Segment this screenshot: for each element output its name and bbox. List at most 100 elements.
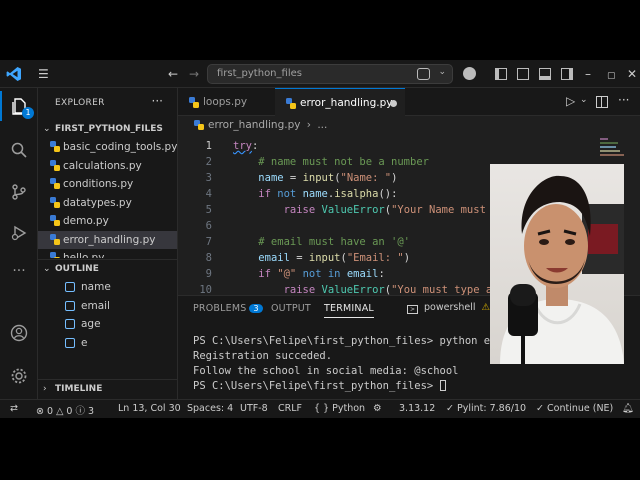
back-arrow-icon[interactable]: ← xyxy=(168,66,178,82)
chevron-down-icon[interactable]: ⌄ xyxy=(438,67,446,77)
code-text: email = input("Email: ") xyxy=(258,252,411,264)
tab-terminal[interactable]: TERMINAL xyxy=(324,303,374,318)
variable-icon xyxy=(65,337,75,348)
file-item[interactable]: demo.py xyxy=(38,212,177,230)
layout-sidebar-icon[interactable] xyxy=(495,68,507,80)
ellipsis-icon: ··· xyxy=(12,263,26,279)
search-activity-button[interactable] xyxy=(0,135,38,165)
copilot-chat-icon[interactable] xyxy=(417,68,430,80)
file-item[interactable]: basic_coding_tools.py xyxy=(38,138,178,156)
manage-activity-button[interactable] xyxy=(0,361,38,391)
folder-header[interactable]: ⌄ FIRST_PYTHON_FILES xyxy=(38,120,177,138)
python-file-icon xyxy=(50,215,60,226)
file-item[interactable]: hello.py xyxy=(38,249,177,258)
outline-item[interactable]: e xyxy=(38,334,177,352)
line-number: 9 xyxy=(205,268,212,280)
editor-more-icon[interactable]: ··· xyxy=(618,93,629,107)
tab-output[interactable]: OUTPUT xyxy=(271,303,311,314)
pylint-status[interactable]: ✓ Pylint: 7.86/10 xyxy=(446,403,526,414)
run-dropdown-icon[interactable]: ⌄ xyxy=(580,95,588,105)
python-file-icon xyxy=(50,252,60,258)
breadcrumb-more[interactable]: ... xyxy=(317,119,327,131)
accounts-activity-button[interactable] xyxy=(0,318,38,348)
search-text: first_python_files xyxy=(217,68,302,79)
file-item[interactable]: error_handling.py xyxy=(38,230,177,249)
run-python-icon[interactable]: ▷ xyxy=(566,94,575,108)
error-icon: ⊗ xyxy=(36,406,44,417)
explorer-activity-button[interactable]: 1 xyxy=(0,91,38,121)
presenter-photo xyxy=(490,164,624,364)
continue-label: Continue (NE) xyxy=(547,403,614,414)
variable-icon xyxy=(65,282,75,292)
run-debug-activity-button[interactable] xyxy=(0,218,38,248)
unsaved-dot-icon[interactable] xyxy=(390,100,397,107)
minimize-icon[interactable]: – xyxy=(585,66,591,82)
line-number: 7 xyxy=(205,236,212,248)
outline-header[interactable]: ⌄ OUTLINE xyxy=(38,259,177,277)
outline-label: e xyxy=(81,336,88,349)
python-version[interactable]: 3.13.12 xyxy=(399,403,435,414)
timeline-header[interactable]: › TIMELINE xyxy=(38,379,177,397)
language-label: Python xyxy=(332,403,366,414)
file-label: conditions.py xyxy=(63,178,134,190)
accounts-badge: 1 xyxy=(22,107,34,119)
continue-status[interactable]: ✓ Continue (NE) xyxy=(536,403,613,414)
title-bar: ☰ ← → first_python_files ⌄ – ▢ ✕ xyxy=(0,60,640,88)
file-label: basic_coding_tools.py xyxy=(63,141,178,153)
outline-label: age xyxy=(81,318,101,330)
indentation[interactable]: Spaces: 4 xyxy=(187,403,233,414)
layout-panel-bottom-icon[interactable] xyxy=(539,68,551,80)
tab-label: loops.py xyxy=(203,96,248,108)
timeline-title: TIMELINE xyxy=(55,384,103,394)
vscode-logo-icon xyxy=(6,66,22,82)
file-item[interactable]: datatypes.py xyxy=(38,194,177,212)
more-activity-button[interactable]: ··· xyxy=(0,256,38,286)
remote-icon[interactable]: ⇄ xyxy=(10,403,18,414)
breadcrumb-file[interactable]: error_handling.py xyxy=(208,119,300,131)
more-actions-icon[interactable]: ··· xyxy=(152,94,163,108)
gear-icon xyxy=(11,368,27,384)
command-center-search[interactable]: first_python_files ⌄ xyxy=(207,64,453,84)
copilot-icon[interactable] xyxy=(463,67,476,80)
split-editor-icon[interactable] xyxy=(596,96,608,108)
tab-problems[interactable]: PROBLEMS 3 xyxy=(193,303,263,314)
python-file-icon xyxy=(50,196,60,208)
outline-item[interactable]: email xyxy=(38,297,177,315)
check-icon: ✓ xyxy=(536,403,544,414)
file-label: demo.py xyxy=(63,215,109,227)
layout-secondary-sidebar-icon[interactable] xyxy=(561,68,573,80)
outline-item[interactable]: name xyxy=(38,278,177,296)
source-control-icon xyxy=(12,184,26,200)
variable-icon xyxy=(65,319,75,329)
python-file-icon xyxy=(50,178,60,189)
encoding[interactable]: UTF-8 xyxy=(240,403,268,414)
forward-arrow-icon[interactable]: → xyxy=(189,66,199,82)
cursor-position[interactable]: Ln 13, Col 30 xyxy=(118,403,181,414)
chevron-down-icon: ⌄ xyxy=(43,124,51,134)
output-label: OUTPUT xyxy=(271,303,311,314)
maximize-icon[interactable]: ▢ xyxy=(607,68,616,84)
menu-icon[interactable]: ☰ xyxy=(38,66,49,82)
code-text: try: xyxy=(233,140,259,152)
tab-error-handling[interactable]: error_handling.py xyxy=(275,88,405,116)
problems-status[interactable]: ⊗ 0 △ 0 ⓘ 3 xyxy=(36,403,94,417)
pylint-label: Pylint: 7.86/10 xyxy=(457,403,527,414)
source-control-activity-button[interactable] xyxy=(0,177,38,207)
layout-panel-icon[interactable] xyxy=(517,68,529,80)
terminal-shell-selector[interactable]: > powershell ⚠ xyxy=(407,302,490,314)
code-text: # name must not be a number xyxy=(233,156,429,168)
line-ending[interactable]: CRLF xyxy=(278,403,302,414)
close-icon[interactable]: ✕ xyxy=(627,66,637,82)
file-item[interactable]: conditions.py xyxy=(38,175,177,193)
python-file-icon xyxy=(189,97,199,108)
tab-loops[interactable]: loops.py xyxy=(178,88,274,116)
terminal-line: Follow the school in social media: @scho… xyxy=(193,365,459,377)
tab-label: error_handling.py xyxy=(300,97,393,109)
search-icon xyxy=(11,142,27,158)
code-line: 1 try: xyxy=(178,138,640,154)
language-mode[interactable]: { } Python xyxy=(314,403,365,414)
python-env-icon[interactable]: ⚙ xyxy=(373,403,382,414)
notifications-bell-icon[interactable]: 🔔︎ xyxy=(622,403,634,414)
outline-item[interactable]: age xyxy=(38,315,177,333)
file-item[interactable]: calculations.py xyxy=(38,157,177,175)
